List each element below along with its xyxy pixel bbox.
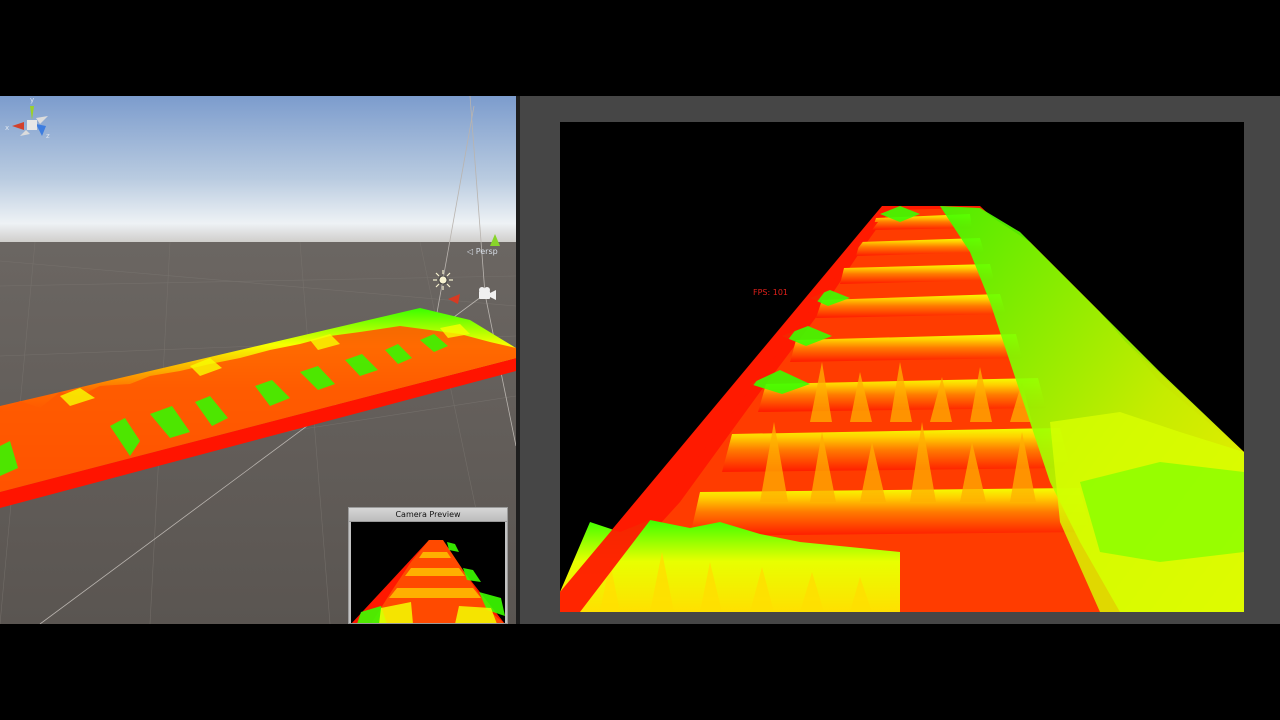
gizmo-y-label: y: [30, 96, 34, 104]
green-handle-icon[interactable]: [490, 234, 500, 248]
projection-toggle[interactable]: ◁ Persp: [467, 247, 498, 256]
game-view[interactable]: FPS: 101: [520, 96, 1280, 624]
game-display: FPS: 101: [560, 122, 1244, 612]
gizmo-x-label: x: [5, 124, 9, 132]
scene-orientation-gizmo[interactable]: y x z: [0, 96, 64, 166]
camera-icon[interactable]: [476, 286, 498, 304]
camera-preview-window[interactable]: Camera Preview: [348, 507, 508, 624]
sun-light-icon[interactable]: [431, 268, 455, 292]
gizmo-z-label: z: [46, 132, 50, 140]
gizmo-z-axis: [36, 124, 46, 136]
scene-view[interactable]: y x z ◁ Persp Camera Preview: [0, 96, 516, 624]
red-handle-icon[interactable]: [448, 294, 462, 304]
fps-counter: FPS: 101: [753, 288, 789, 297]
camera-preview-render: [351, 522, 505, 623]
scene-sky: [0, 96, 516, 246]
gizmo-center: [27, 120, 37, 130]
camera-preview-title: Camera Preview: [349, 508, 507, 522]
gizmo-y-axis: [30, 106, 34, 120]
gizmo-x-axis: [12, 122, 24, 130]
game-render: [560, 206, 1244, 612]
editor-stage: y x z ◁ Persp Camera Preview FPS: 101: [0, 0, 1280, 720]
